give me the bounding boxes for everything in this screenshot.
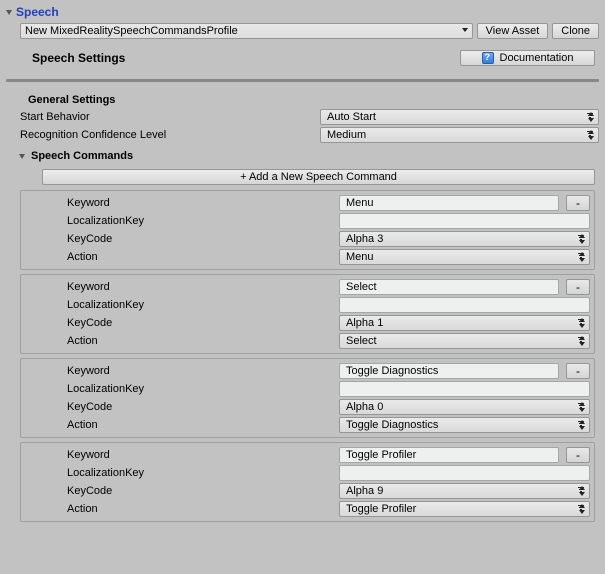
localizationkey-input[interactable] xyxy=(339,465,590,481)
keycode-label: KeyCode xyxy=(25,317,335,329)
localizationkey-input[interactable] xyxy=(339,381,590,397)
keyword-label: Keyword xyxy=(25,449,335,461)
action-label: Action xyxy=(25,503,335,515)
speech-command-block: Keyword Menu - LocalizationKey KeyCode A… xyxy=(20,190,595,270)
keycode-dropdown[interactable]: Alpha 0 xyxy=(339,399,590,415)
speech-title: Speech xyxy=(16,5,59,19)
start-behavior-dropdown[interactable]: Auto Start xyxy=(320,109,599,125)
confidence-dropdown[interactable]: Medium xyxy=(320,127,599,143)
action-label: Action xyxy=(25,251,335,263)
clone-button[interactable]: Clone xyxy=(552,23,599,39)
help-icon xyxy=(482,52,494,64)
dropdown-handle-icon xyxy=(588,130,594,140)
localizationkey-label: LocalizationKey xyxy=(25,215,335,227)
documentation-button[interactable]: Documentation xyxy=(460,50,595,66)
speech-commands-title: Speech Commands xyxy=(31,150,133,162)
keyword-label: Keyword xyxy=(25,197,335,209)
keyword-input[interactable]: Menu xyxy=(339,195,559,211)
settings-title: Speech Settings xyxy=(10,51,460,65)
keycode-label: KeyCode xyxy=(25,233,335,245)
start-behavior-label: Start Behavior xyxy=(6,111,316,123)
profile-object-field[interactable]: New MixedRealitySpeechCommandsProfile xyxy=(20,23,473,39)
remove-command-button[interactable]: - xyxy=(566,195,590,211)
foldout-icon xyxy=(19,154,25,159)
dropdown-handle-icon xyxy=(579,402,585,412)
dropdown-handle-icon xyxy=(579,504,585,514)
keycode-dropdown[interactable]: Alpha 9 xyxy=(339,483,590,499)
speech-header[interactable]: Speech xyxy=(6,3,599,21)
speech-command-block: Keyword Toggle Profiler - LocalizationKe… xyxy=(20,442,595,522)
dropdown-handle-icon xyxy=(579,234,585,244)
divider xyxy=(6,79,599,82)
action-dropdown[interactable]: Toggle Diagnostics xyxy=(339,417,590,433)
keyword-label: Keyword xyxy=(25,281,335,293)
dropdown-handle-icon xyxy=(588,112,594,122)
keyword-input[interactable]: Toggle Profiler xyxy=(339,447,559,463)
remove-command-button[interactable]: - xyxy=(566,447,590,463)
action-label: Action xyxy=(25,335,335,347)
keyword-input[interactable]: Toggle Diagnostics xyxy=(339,363,559,379)
localizationkey-label: LocalizationKey xyxy=(25,383,335,395)
localizationkey-input[interactable] xyxy=(339,213,590,229)
keycode-dropdown[interactable]: Alpha 1 xyxy=(339,315,590,331)
localizationkey-input[interactable] xyxy=(339,297,590,313)
action-dropdown[interactable]: Select xyxy=(339,333,590,349)
dropdown-handle-icon xyxy=(579,486,585,496)
add-speech-command-button[interactable]: + Add a New Speech Command xyxy=(42,169,595,185)
confidence-label: Recognition Confidence Level xyxy=(6,129,316,141)
dropdown-handle-icon xyxy=(579,336,585,346)
speech-commands-header[interactable]: Speech Commands xyxy=(6,144,599,164)
dropdown-handle-icon xyxy=(579,318,585,328)
speech-command-block: Keyword Select - LocalizationKey KeyCode… xyxy=(20,274,595,354)
keycode-label: KeyCode xyxy=(25,485,335,497)
remove-command-button[interactable]: - xyxy=(566,363,590,379)
view-asset-button[interactable]: View Asset xyxy=(477,23,549,39)
keyword-input[interactable]: Select xyxy=(339,279,559,295)
keycode-dropdown[interactable]: Alpha 3 xyxy=(339,231,590,247)
action-label: Action xyxy=(25,419,335,431)
speech-command-block: Keyword Toggle Diagnostics - Localizatio… xyxy=(20,358,595,438)
action-dropdown[interactable]: Menu xyxy=(339,249,590,265)
keyword-label: Keyword xyxy=(25,365,335,377)
action-dropdown[interactable]: Toggle Profiler xyxy=(339,501,590,517)
dropdown-handle-icon xyxy=(579,252,585,262)
profile-name: New MixedRealitySpeechCommandsProfile xyxy=(25,25,238,37)
localizationkey-label: LocalizationKey xyxy=(25,299,335,311)
keycode-label: KeyCode xyxy=(25,401,335,413)
general-settings-title: General Settings xyxy=(28,94,115,106)
dropdown-handle-icon xyxy=(579,420,585,430)
foldout-icon xyxy=(6,10,12,15)
remove-command-button[interactable]: - xyxy=(566,279,590,295)
localizationkey-label: LocalizationKey xyxy=(25,467,335,479)
